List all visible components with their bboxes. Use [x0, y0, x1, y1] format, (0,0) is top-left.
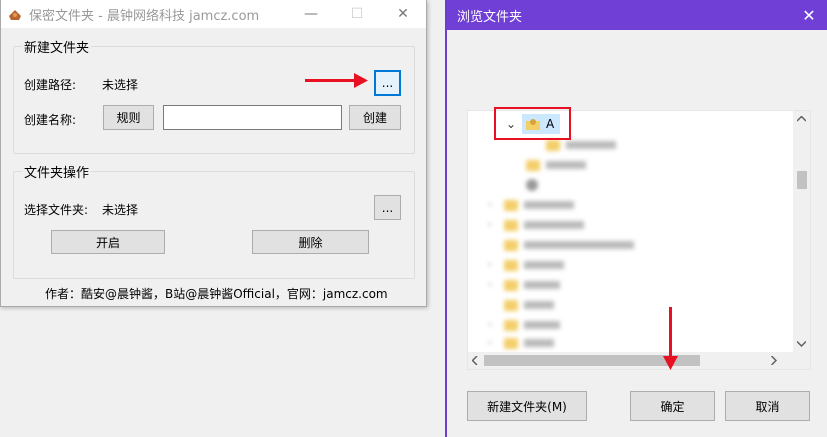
folder-icon — [504, 239, 518, 251]
tree-item[interactable] — [526, 175, 538, 195]
minimize-button[interactable]: — — [288, 0, 334, 28]
tree-item[interactable] — [526, 155, 586, 175]
tree-item[interactable]: › — [488, 215, 584, 235]
create-button[interactable]: 创建 — [349, 105, 401, 130]
scroll-left-arrow-icon[interactable] — [472, 356, 478, 365]
new-folder-button[interactable]: 新建文件夹(M) — [467, 391, 587, 421]
folder-icon — [504, 337, 518, 349]
folder-icon — [546, 139, 560, 151]
annotation-highlight-box — [494, 107, 571, 140]
annotation-arrow-head-icon — [354, 73, 368, 88]
ok-button[interactable]: 确定 — [630, 391, 715, 421]
new-folder-group: 新建文件夹 — [13, 37, 415, 154]
tree-item[interactable]: › — [488, 195, 574, 215]
cancel-button[interactable]: 取消 — [725, 391, 810, 421]
dialog-title: 浏览文件夹 — [457, 9, 523, 25]
delete-button[interactable]: 删除 — [252, 230, 369, 254]
annotation-arrow-shaft — [305, 79, 357, 82]
rule-button[interactable]: 规则 — [103, 105, 154, 130]
folder-protect-window: 保密文件夹 - 晨钟网络科技 jamcz.com — ☐ ✕ 新建文件夹 创建路… — [0, 0, 427, 307]
folder-icon — [526, 159, 540, 171]
left-window-title: 保密文件夹 - 晨钟网络科技 jamcz.com — [29, 8, 260, 24]
dialog-close-button[interactable]: ✕ — [791, 0, 827, 30]
folder-icon — [504, 279, 518, 291]
vertical-scroll-thumb[interactable] — [797, 171, 807, 189]
folder-ops-group-label: 文件夹操作 — [22, 162, 92, 181]
path-label: 创建路径: — [24, 78, 77, 92]
tree-item[interactable]: › — [488, 275, 560, 295]
folder-icon — [504, 319, 518, 331]
vertical-scrollbar[interactable] — [793, 111, 810, 354]
dialog-titlebar: 浏览文件夹 ✕ — [447, 0, 827, 30]
footer-credits: 作者：酷安@晨钟酱，B站@晨钟酱Official，官网：jamcz.com — [45, 287, 388, 301]
path-value: 未选择 — [102, 78, 139, 92]
select-folder-label: 选择文件夹: — [24, 203, 89, 217]
select-folder-value: 未选择 — [102, 203, 139, 217]
maximize-button[interactable]: ☐ — [334, 0, 380, 28]
folder-ops-group: 文件夹操作 — [13, 162, 415, 279]
tree-item[interactable] — [504, 295, 554, 315]
scroll-up-arrow-icon[interactable] — [797, 116, 806, 122]
horizontal-scrollbar[interactable] — [468, 352, 810, 369]
tree-item[interactable]: › — [488, 315, 560, 335]
folder-icon — [504, 299, 518, 311]
scroll-down-arrow-icon[interactable] — [797, 341, 806, 347]
browse-folder-button[interactable]: ... — [374, 195, 401, 220]
folder-icon — [504, 199, 518, 211]
scroll-right-arrow-icon[interactable] — [771, 356, 777, 365]
tree-item[interactable]: › — [488, 255, 564, 275]
tree-item[interactable] — [504, 235, 634, 255]
browse-folder-dialog: 浏览文件夹 ✕ ⌄ A › › › › › › 新建文件夹(M) 确定 取消 — [445, 0, 827, 437]
browse-path-button[interactable]: ... — [374, 70, 401, 96]
folder-name-input[interactable] — [163, 105, 342, 130]
name-label: 创建名称: — [24, 113, 77, 127]
left-titlebar: 保密文件夹 - 晨钟网络科技 jamcz.com — ☐ ✕ — [1, 0, 426, 28]
folder-tree[interactable]: ⌄ A › › › › › › — [467, 110, 811, 370]
annotation-arrow-shaft — [669, 307, 672, 361]
folder-icon — [504, 259, 518, 271]
annotation-arrow-head-icon — [663, 356, 678, 370]
close-button[interactable]: ✕ — [380, 0, 426, 28]
open-button[interactable]: 开启 — [51, 230, 165, 254]
app-icon — [9, 10, 21, 20]
new-folder-group-label: 新建文件夹 — [22, 37, 92, 56]
tree-item[interactable]: › — [488, 333, 554, 353]
folder-icon — [504, 219, 518, 231]
